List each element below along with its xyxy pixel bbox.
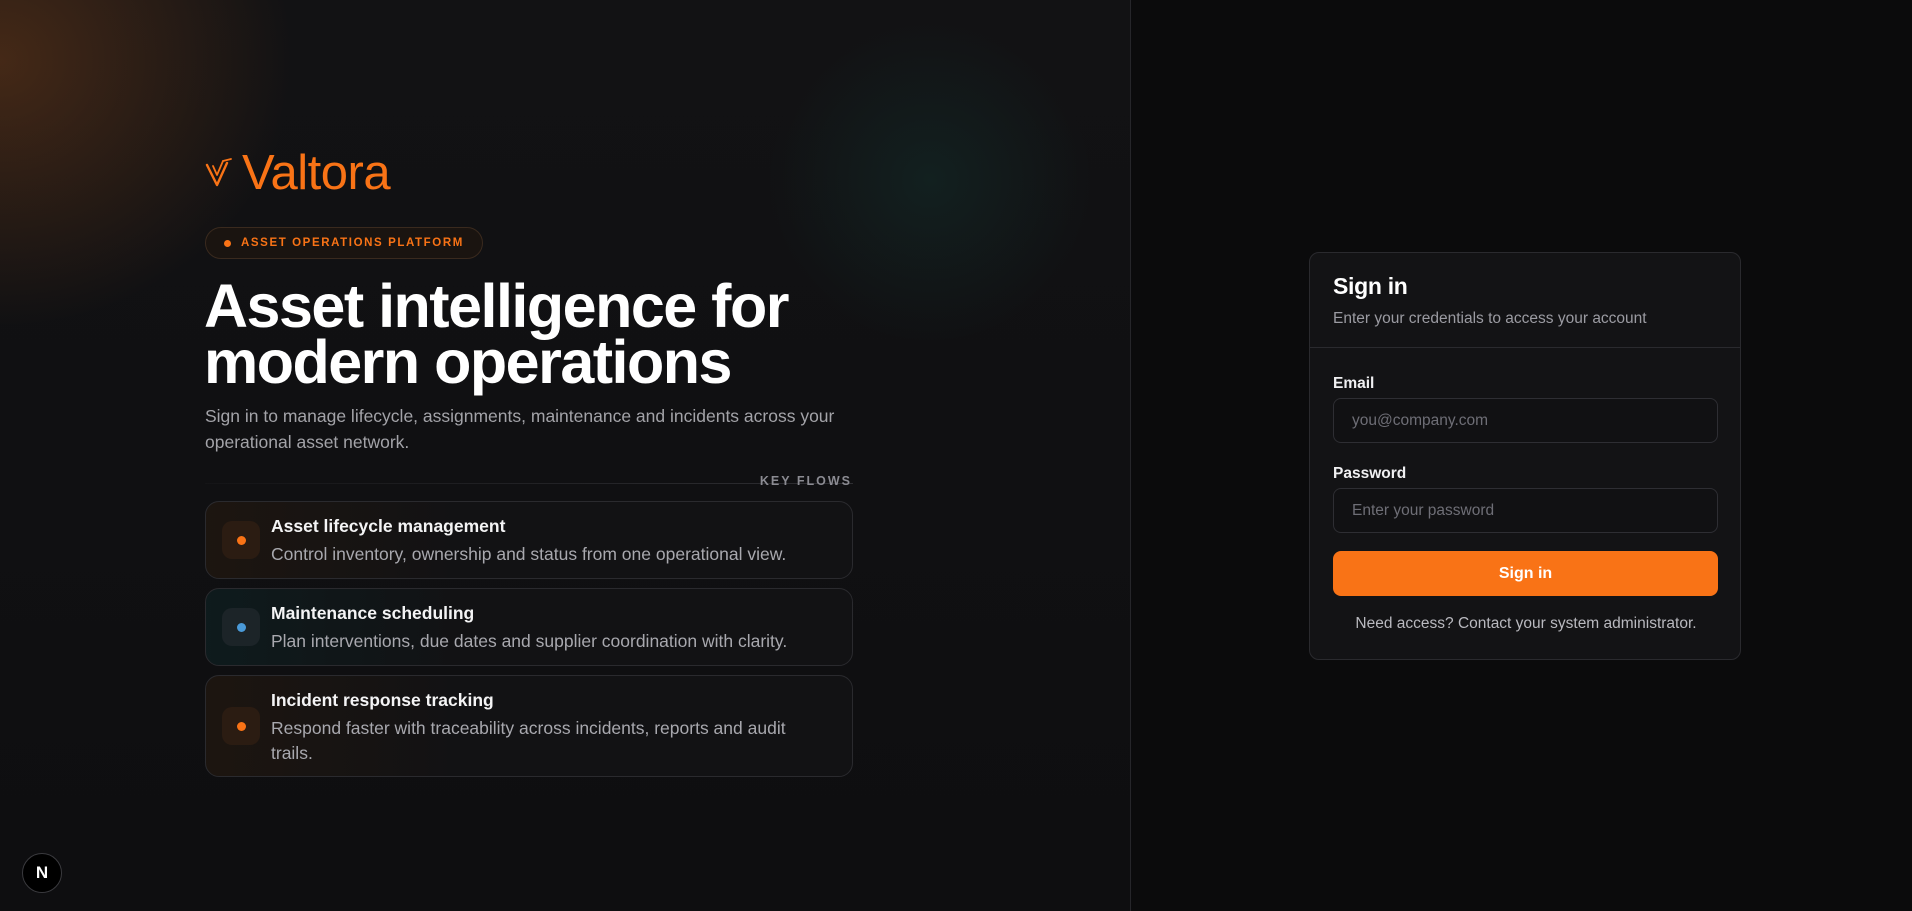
signin-card: Sign in Enter your credentials to access… xyxy=(1309,252,1741,660)
access-help-text: Need access? Contact your system adminis… xyxy=(1355,615,1697,632)
orange-dot-icon xyxy=(222,707,260,745)
flow-card-title: Asset lifecycle management xyxy=(271,516,506,536)
orange-dot-icon xyxy=(222,521,260,559)
blue-dot-icon xyxy=(222,608,260,646)
flow-card-lifecycle: Asset lifecycle management Control inven… xyxy=(205,501,853,579)
headline-line-2: modern operations xyxy=(204,328,732,396)
corner-badge-letter: N xyxy=(35,863,49,882)
flow-card-description: Respond faster with traceability across … xyxy=(271,718,786,763)
flow-card-title: Maintenance scheduling xyxy=(271,603,475,623)
hero-headline: Asset intelligence for modern operations xyxy=(204,276,904,393)
hero-panel: Valtora ASSET OPERATIONS PLATFORM Asset … xyxy=(0,0,1131,911)
brand-name: Valtora xyxy=(242,146,391,200)
flow-card-description: Plan interventions, due dates and suppli… xyxy=(271,631,788,651)
signin-header: Sign in Enter your credentials to access… xyxy=(1310,253,1740,348)
flow-card-description: Control inventory, ownership and status … xyxy=(271,544,787,564)
brand-logo: Valtora xyxy=(204,145,391,201)
signin-title: Sign in xyxy=(1333,273,1408,299)
signin-button[interactable]: Sign in xyxy=(1333,551,1718,596)
nextjs-icon[interactable]: N xyxy=(22,853,62,893)
signin-subtitle: Enter your credentials to access your ac… xyxy=(1333,310,1647,327)
flow-card-maintenance: Maintenance scheduling Plan intervention… xyxy=(205,588,853,666)
flow-card-incident: Incident response tracking Respond faste… xyxy=(205,675,853,777)
password-label: Password xyxy=(1333,465,1407,482)
email-field[interactable] xyxy=(1333,398,1718,443)
valtora-logo-icon xyxy=(205,158,232,187)
email-label: Email xyxy=(1333,375,1375,392)
hero-subtext: Sign in to manage lifecycle, assignments… xyxy=(205,406,835,452)
platform-badge: ASSET OPERATIONS PLATFORM xyxy=(205,227,483,259)
badge-label: ASSET OPERATIONS PLATFORM xyxy=(241,237,464,249)
key-flows-label: KEY FLOWS xyxy=(759,474,852,488)
flow-card-title: Incident response tracking xyxy=(271,690,494,710)
badge-dot-icon xyxy=(224,239,231,247)
password-field[interactable] xyxy=(1333,488,1718,533)
